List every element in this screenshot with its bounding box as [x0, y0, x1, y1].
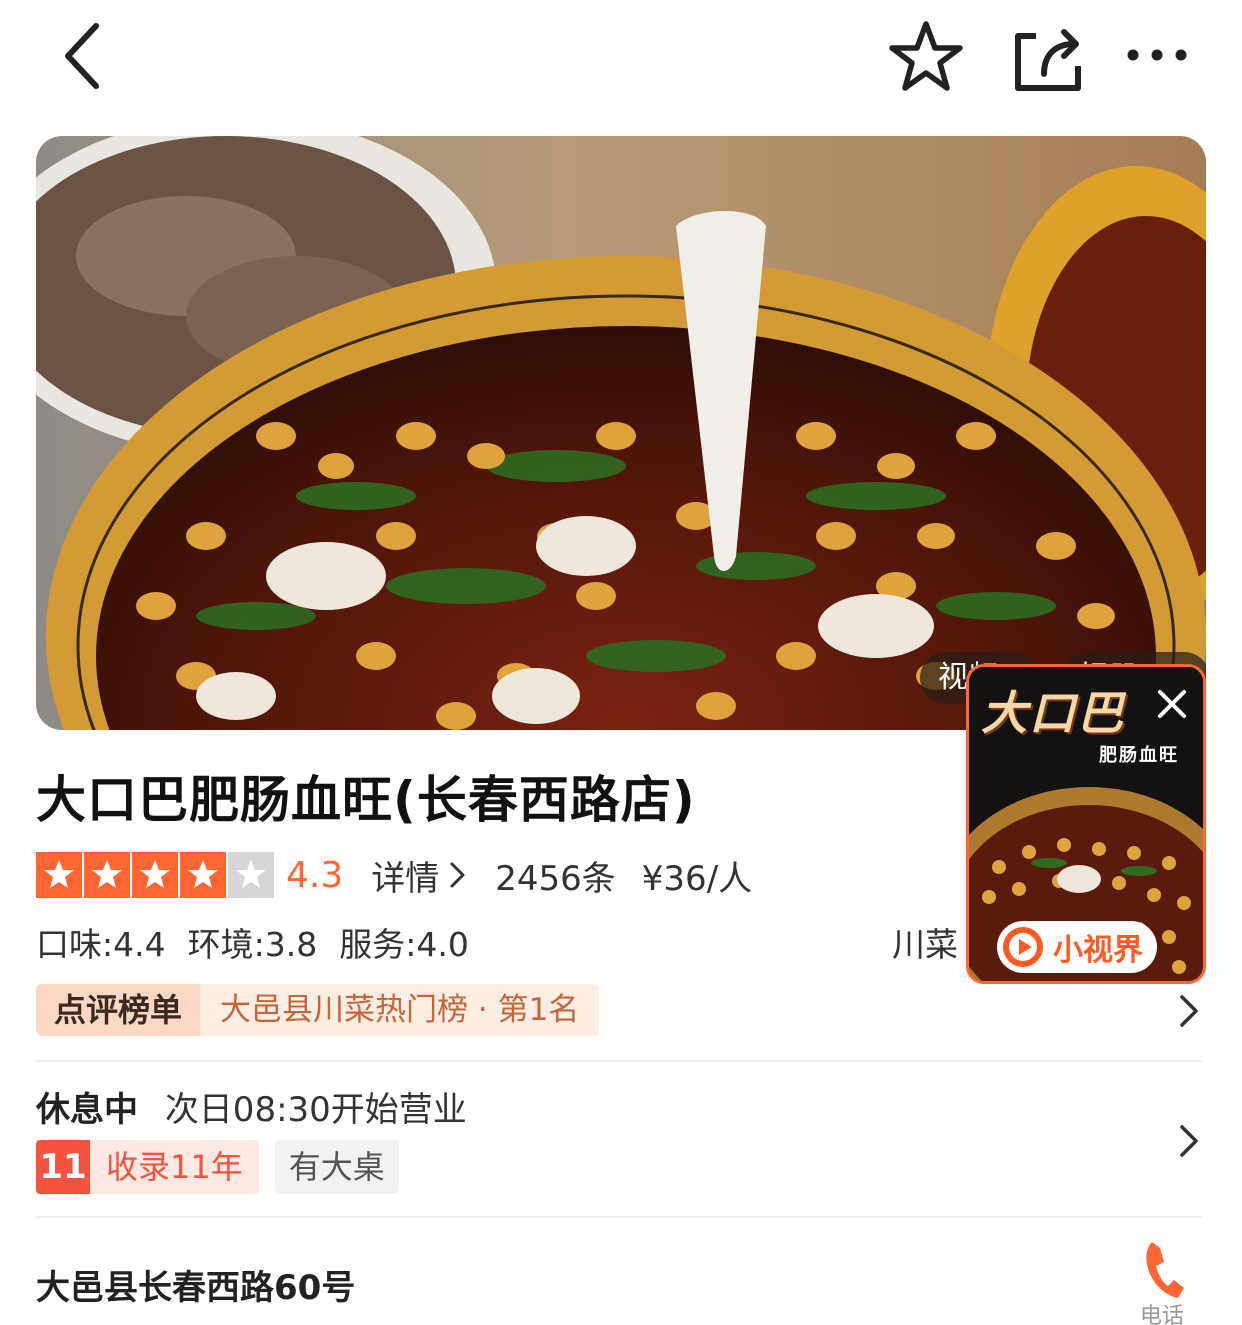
chevron-right-icon[interactable] [1176, 1122, 1202, 1160]
video-subtitle: 肥肠血旺 [1099, 745, 1179, 766]
ranking-text: 大邑县川菜热门榜 · 第1名 [200, 984, 600, 1036]
shop-address[interactable]: 大邑县长春西路60号 [36, 1260, 355, 1309]
star-filled-icon [180, 852, 226, 898]
divider [36, 1060, 1202, 1062]
business-hours[interactable]: 休息中 次日08:30开始营业 [36, 1082, 467, 1131]
cuisine-label: 川菜 [892, 925, 958, 964]
chevron-right-icon [450, 862, 465, 888]
review-count: 2456条 [495, 858, 616, 899]
taste-score: 口味:4.4 [36, 925, 166, 964]
chevron-left-icon[interactable] [52, 20, 116, 92]
large-table-tag: 有大桌 [274, 1140, 399, 1194]
rating-row: 4.3 详情 2456条 ¥36/人 [36, 850, 752, 900]
average-price: ¥36/人 [641, 858, 753, 899]
hero-photo[interactable]: 视频 相册 [36, 136, 1206, 730]
star-outline-icon[interactable] [886, 18, 966, 94]
mini-video-button[interactable]: 小视界 [997, 921, 1157, 973]
share-icon[interactable] [1010, 22, 1086, 94]
rating-detail-label: 详情 [371, 858, 440, 899]
more-dots-icon[interactable] [1122, 40, 1192, 70]
star-filled-icon [36, 852, 82, 898]
years-listed-number: 11 [36, 1140, 90, 1194]
ranking-banner[interactable]: 点评榜单 大邑县川菜热门榜 · 第1名 [36, 984, 600, 1036]
video-brand-text: 大口巴 [981, 686, 1125, 740]
phone-icon [1146, 1242, 1184, 1298]
star-empty-icon [228, 852, 274, 898]
play-icon [1003, 927, 1043, 967]
phone-label: 电话 [1140, 1304, 1185, 1325]
environment-score: 环境:3.8 [187, 925, 318, 964]
star-filled-icon [84, 852, 130, 898]
chevron-right-icon[interactable] [1176, 992, 1202, 1030]
star-rating [36, 852, 276, 898]
mini-video-label: 小视界 [1053, 933, 1143, 968]
years-listed-text: 收录11年 [106, 1148, 243, 1186]
phone-button[interactable]: 电话 [1134, 1236, 1204, 1325]
rating-score: 4.3 [286, 854, 344, 896]
hours-detail: 次日08:30开始营业 [164, 1090, 467, 1130]
rating-detail-link[interactable]: 详情 [371, 851, 469, 900]
service-score: 服务:4.0 [339, 925, 469, 964]
divider [36, 1216, 1202, 1218]
close-icon[interactable] [1155, 687, 1189, 721]
top-bar [0, 0, 1242, 120]
floating-video-player[interactable]: 大口巴 肥肠血旺 小视界 [966, 664, 1206, 984]
shop-tags: 11 收录11年 有大桌 [36, 1140, 399, 1194]
hours-status: 休息中 [36, 1090, 138, 1130]
star-filled-icon [132, 852, 178, 898]
years-listed-tag: 11 收录11年 [36, 1140, 259, 1194]
shop-name: 大口巴肥肠血旺(长春西路店) [36, 771, 696, 829]
ranking-badge: 点评榜单 [36, 984, 201, 1036]
dish-photo [36, 136, 1206, 730]
sub-scores: 口味:4.4 环境:3.8 服务:4.0 [36, 918, 469, 966]
